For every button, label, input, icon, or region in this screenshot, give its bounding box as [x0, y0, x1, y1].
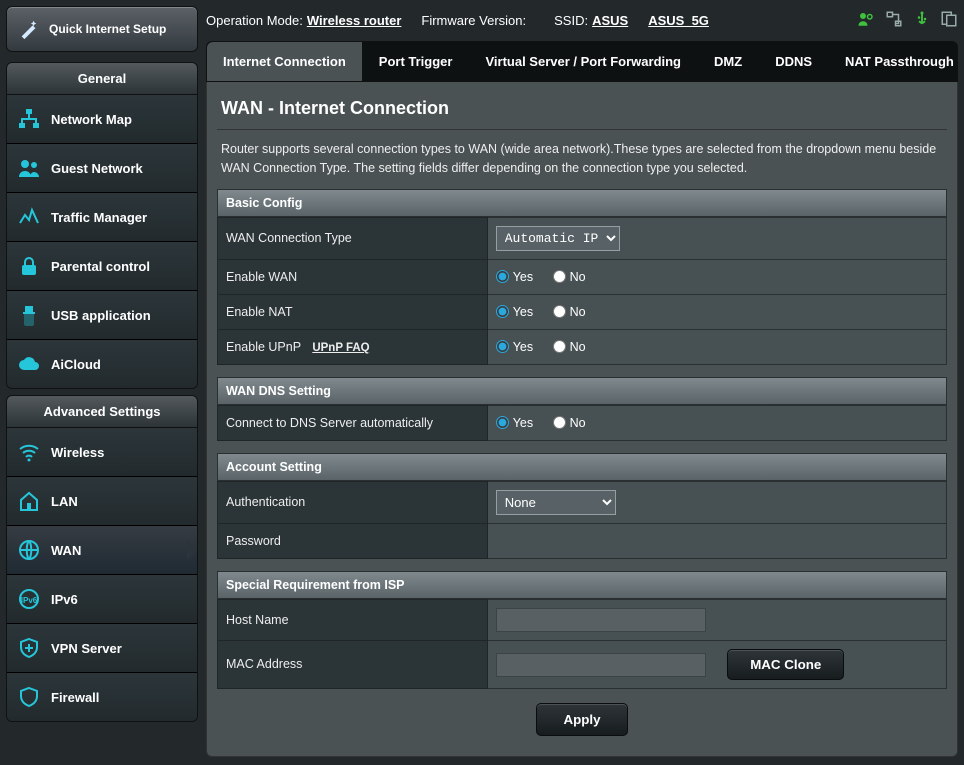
apply-button[interactable]: Apply — [536, 703, 627, 736]
fw-label: Firmware Version: — [421, 13, 526, 28]
sidebar-item-usb-application[interactable]: USB application — [7, 290, 197, 339]
hostname-input[interactable] — [496, 608, 706, 632]
dns-auto-no[interactable]: No — [553, 416, 586, 430]
sidebar-item-wan[interactable]: WAN — [7, 525, 197, 574]
page-title: WAN - Internet Connection — [221, 98, 943, 119]
tab-dmz[interactable]: DMZ — [698, 42, 759, 81]
tab-internet-connection[interactable]: Internet Connection — [207, 42, 363, 81]
dns-auto-label: Connect to DNS Server automatically — [218, 405, 488, 440]
tab-port-trigger[interactable]: Port Trigger — [363, 42, 470, 81]
lan-icon — [17, 489, 41, 513]
auth-label: Authentication — [218, 481, 488, 523]
op-mode-label: Operation Mode: — [206, 13, 303, 28]
ssid1-link[interactable]: ASUS — [592, 13, 628, 28]
usb-application-icon — [17, 303, 41, 327]
sidebar-item-aicloud[interactable]: AiCloud — [7, 339, 197, 388]
sidebar-item-firewall[interactable]: Firewall — [7, 672, 197, 721]
wan-type-label: WAN Connection Type — [218, 217, 488, 259]
sidebar-item-vpn-server[interactable]: VPN Server — [7, 623, 197, 672]
sidebar-item-guest-network[interactable]: Guest Network — [7, 143, 197, 192]
tab-bar: Internet Connection Port Trigger Virtual… — [206, 41, 958, 82]
enable-nat-label: Enable NAT — [218, 294, 488, 329]
menu-header-general: General — [6, 62, 198, 95]
wan-type-select[interactable]: Automatic IP — [496, 226, 620, 251]
section-isp: Special Requirement from ISP — [217, 571, 947, 599]
sidebar-label: LAN — [51, 494, 78, 509]
mac-clone-button[interactable]: MAC Clone — [727, 649, 844, 680]
upnp-faq-link[interactable]: UPnP FAQ — [312, 342, 369, 354]
wan-icon — [17, 538, 41, 562]
network-icon[interactable] — [884, 10, 904, 31]
sidebar-label: Firewall — [51, 690, 99, 705]
dns-auto-yes[interactable]: Yes — [496, 416, 533, 430]
firewall-icon — [17, 685, 41, 709]
enable-nat-yes[interactable]: Yes — [496, 305, 533, 319]
svg-text:IPv6: IPv6 — [21, 596, 38, 605]
sidebar-label: Network Map — [51, 112, 132, 127]
auth-select[interactable]: None — [496, 490, 616, 515]
sidebar-label: Traffic Manager — [51, 210, 147, 225]
tab-ddns[interactable]: DDNS — [759, 42, 829, 81]
sidebar-item-ipv6[interactable]: IPv6 IPv6 — [7, 574, 197, 623]
system-icon[interactable] — [940, 10, 958, 31]
traffic-manager-icon — [17, 205, 41, 229]
top-bar: Operation Mode: Wireless router Firmware… — [206, 6, 958, 41]
vpn-server-icon — [17, 636, 41, 660]
enable-upnp-yes[interactable]: Yes — [496, 340, 533, 354]
tab-port-forwarding[interactable]: Virtual Server / Port Forwarding — [469, 42, 698, 81]
enable-nat-no[interactable]: No — [553, 305, 586, 319]
sidebar-label: Wireless — [51, 445, 104, 460]
ssid2-link[interactable]: ASUS_5G — [648, 13, 709, 28]
divider — [217, 129, 947, 130]
sidebar-item-wireless[interactable]: Wireless — [7, 428, 197, 476]
tab-nat-passthrough[interactable]: NAT Passthrough — [829, 42, 964, 81]
menu-header-advanced: Advanced Settings — [6, 395, 198, 428]
enable-upnp-label: Enable UPnP — [226, 340, 301, 354]
wireless-icon — [17, 440, 41, 464]
sidebar-label: Parental control — [51, 259, 150, 274]
sidebar-label: Guest Network — [51, 161, 143, 176]
enable-wan-no[interactable]: No — [553, 270, 586, 284]
sidebar-label: WAN — [51, 543, 81, 558]
ipv6-icon: IPv6 — [17, 587, 41, 611]
qis-label: Quick Internet Setup — [49, 22, 166, 36]
op-mode-link[interactable]: Wireless router — [307, 13, 402, 28]
wand-icon — [17, 17, 41, 41]
usb-status-icon[interactable] — [912, 10, 932, 31]
section-dns: WAN DNS Setting — [217, 377, 947, 405]
enable-wan-yes[interactable]: Yes — [496, 270, 533, 284]
enable-upnp-no[interactable]: No — [553, 340, 586, 354]
section-basic-config: Basic Config — [217, 189, 947, 217]
mac-label: MAC Address — [218, 640, 488, 688]
enable-wan-label: Enable WAN — [218, 259, 488, 294]
sidebar-item-lan[interactable]: LAN — [7, 476, 197, 525]
section-account: Account Setting — [217, 453, 947, 481]
sidebar-item-parental-control[interactable]: Parental control — [7, 241, 197, 290]
ssid-label: SSID: — [554, 13, 588, 28]
quick-internet-setup-button[interactable]: Quick Internet Setup — [6, 6, 198, 52]
password-label: Password — [218, 523, 488, 558]
hostname-label: Host Name — [218, 599, 488, 640]
menu-advanced: Wireless LAN WAN IPv6 IPv6 VPN Server Fi… — [6, 428, 198, 722]
network-map-icon — [17, 107, 41, 131]
sidebar-label: AiCloud — [51, 357, 101, 372]
menu-general: Network Map Guest Network Traffic Manage… — [6, 95, 198, 389]
parental-control-icon — [17, 254, 41, 278]
sidebar-label: IPv6 — [51, 592, 78, 607]
aicloud-icon — [17, 352, 41, 376]
sidebar-label: USB application — [51, 308, 151, 323]
sidebar-label: VPN Server — [51, 641, 122, 656]
clients-icon[interactable] — [856, 10, 876, 31]
guest-network-icon — [17, 156, 41, 180]
sidebar-item-traffic-manager[interactable]: Traffic Manager — [7, 192, 197, 241]
sidebar-item-network-map[interactable]: Network Map — [7, 95, 197, 143]
page-description: Router supports several connection types… — [217, 140, 947, 189]
mac-input[interactable] — [496, 653, 706, 677]
